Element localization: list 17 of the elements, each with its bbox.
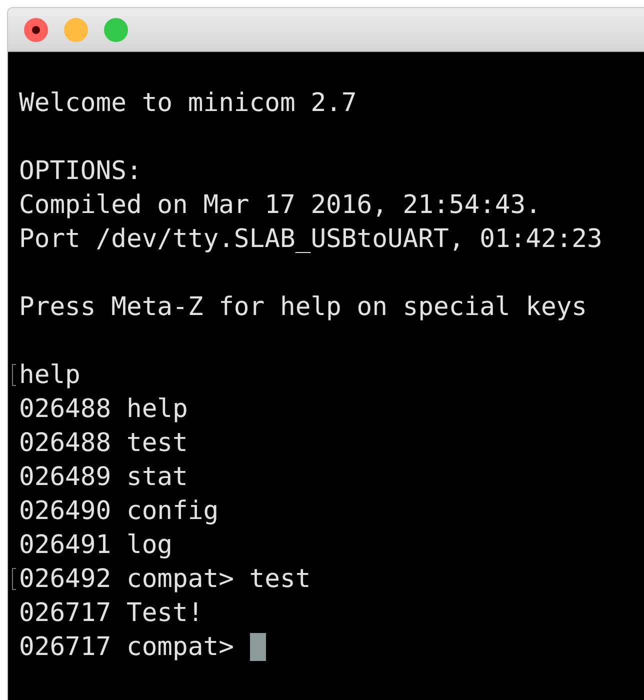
terminal-line: Welcome to minicom 2.7 [18,87,357,120]
terminal-line: 026488 test [18,427,188,460]
terminal-line: 026717 Test! [18,597,204,630]
zoom-button[interactable] [104,18,128,42]
minimize-button[interactable] [64,18,88,42]
terminal-line: 026489 stat [18,461,188,494]
terminal-line: 026488 help [18,393,188,426]
terminal-line: 026491 log [18,529,173,562]
terminal-line: help [18,359,80,392]
terminal-line: 026490 config [18,495,219,528]
terminal-line: Press Meta-Z for help on special keys [18,291,588,324]
terminal-line: 026492 compat> test [18,563,311,596]
terminal-line: Port /dev/tty.SLAB_USBtoUART, 01:42:23 [18,223,602,256]
terminal-line: OPTIONS: [18,155,142,188]
terminal-line: 026717 compat> [18,631,234,664]
close-button[interactable] [24,18,48,42]
terminal-line: Compiled on Mar 17 2016, 21:54:43. [18,189,541,222]
